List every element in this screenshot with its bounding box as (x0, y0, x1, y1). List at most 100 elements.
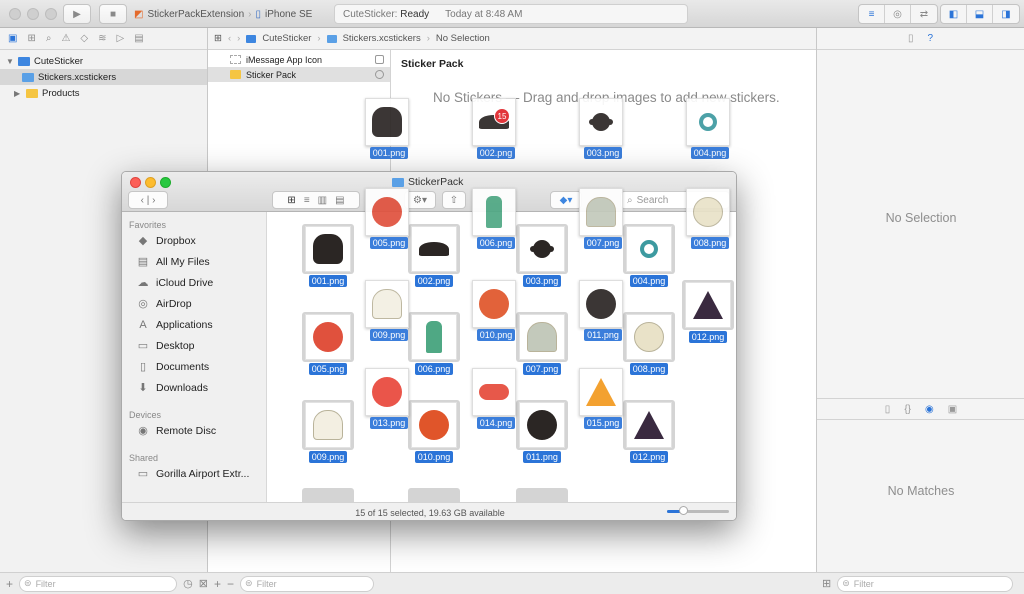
asset-row-sticker-pack[interactable]: Sticker Pack (208, 67, 390, 82)
slider-knob[interactable] (679, 506, 688, 515)
test-navigator-icon[interactable]: ◇ (80, 33, 88, 44)
project-navigator-icon[interactable]: ▣ (8, 33, 17, 44)
object-library-icon[interactable]: ◉ (925, 404, 934, 415)
file-inspector-icon[interactable]: ▯ (908, 33, 914, 44)
disclosure-closed-icon[interactable]: ▶ (14, 89, 22, 98)
debug-navigator-icon[interactable]: ≋ (98, 33, 106, 44)
close-window-button[interactable] (9, 8, 21, 20)
recent-files-icon[interactable]: ◷ (183, 577, 193, 590)
library-filter-input[interactable]: ⊜ Filter (837, 575, 1014, 592)
navigator-toggle-icon[interactable]: ◧ (941, 5, 967, 23)
dragged-file-name: 004.png (690, 147, 730, 159)
back-arrow-icon[interactable]: ‹ (141, 195, 144, 206)
jumpbar-project[interactable]: CuteSticker (262, 33, 311, 44)
eyeball-icon (632, 232, 666, 266)
symbol-navigator-icon[interactable]: ⊞ (27, 33, 35, 44)
sidebar-item-all-my-files[interactable]: ▤ All My Files (122, 251, 266, 272)
sidebar-item-airdrop[interactable]: ◎ AirDrop (122, 293, 266, 314)
sidebar-item-downloads[interactable]: ⬇ Downloads (122, 377, 266, 398)
report-navigator-icon[interactable]: ▤ (134, 33, 143, 44)
add-icon[interactable]: + (214, 577, 221, 591)
file-item-partial[interactable] (298, 488, 358, 502)
minimize-window-button[interactable] (27, 8, 39, 20)
column-view-icon[interactable]: ▥ (318, 195, 327, 206)
project-icon (246, 34, 257, 43)
cover-flow-icon[interactable]: ▤ (335, 195, 344, 206)
zoom-window-button[interactable] (160, 177, 171, 188)
navigator-filter-input[interactable]: ⊜ Filter (19, 575, 178, 592)
app-extension-icon: ◩ (134, 8, 144, 20)
activity-status: CuteSticker: Ready Today at 8:48 AM (334, 4, 688, 24)
media-library-icon[interactable]: ▣ (948, 404, 957, 415)
view-mode-control[interactable]: ⊞ ≡ ▥ ▤ (272, 191, 360, 209)
applications-icon: A (139, 318, 147, 331)
sidebar-item-remote-disc[interactable]: ◉ Remote Disc (122, 420, 266, 441)
utilities-toggle-icon[interactable]: ◨ (993, 5, 1019, 23)
file-item-partial[interactable] (512, 488, 572, 502)
dragged-file-name: 006.png (476, 237, 516, 249)
tree-item-products[interactable]: ▶ Products (0, 85, 207, 101)
file-item[interactable]: 012.png (678, 280, 736, 343)
tree-project[interactable]: ▼ CuteSticker (0, 53, 207, 69)
minimize-window-button[interactable] (145, 177, 156, 188)
dragged-thumbnail (472, 280, 516, 328)
sidebar-item-applications[interactable]: A Applications (122, 314, 266, 335)
editor-mode-control[interactable]: ≡ ◎ ⇄ (858, 4, 938, 24)
jumpbar-selection[interactable]: No Selection (436, 33, 490, 44)
dropbox-icon: ◆ (138, 235, 148, 247)
icon-view-icon[interactable]: ⊞ (287, 195, 295, 206)
file-item-partial[interactable] (404, 488, 464, 502)
file-item[interactable]: 001.png (298, 224, 358, 287)
file-item[interactable]: 009.png (298, 400, 358, 463)
finder-sidebar: Favorites ◆ Dropbox ▤ All My Files ☁ iCloud D… (122, 212, 267, 502)
zoom-window-button[interactable] (45, 8, 57, 20)
breakpoint-navigator-icon[interactable]: ▷ (117, 33, 125, 44)
candy-icon (477, 375, 511, 409)
standard-editor-icon[interactable]: ≡ (859, 5, 885, 23)
tree-item-stickers[interactable]: Stickers.xcstickers (0, 69, 207, 85)
add-icon[interactable]: + (6, 577, 13, 591)
dragged-file-name: 009.png (369, 329, 409, 341)
finder-window: StickerPack ‹ | › ⊞ ≡ ▥ ▤ ⚙▾ ⇧ ◆▾ ⌕ Sear… (121, 171, 737, 521)
back-forward-buttons[interactable]: ‹ | › (128, 191, 168, 209)
zombie-hand-icon (477, 195, 511, 229)
code-snippet-icon[interactable]: {} (904, 404, 911, 415)
stop-button[interactable]: ■ (99, 4, 127, 24)
find-navigator-icon[interactable]: ⌕ (46, 33, 52, 44)
related-items-icon[interactable]: ⊞ (214, 33, 222, 44)
run-button[interactable]: ▶ (63, 4, 91, 24)
sidebar-item-icloud-drive[interactable]: ☁ iCloud Drive (122, 272, 266, 293)
quick-help-icon[interactable]: ? (927, 33, 933, 44)
sidebar-item-documents[interactable]: ▯ Documents (122, 356, 266, 377)
grid-view-icon[interactable]: ⊞ (822, 577, 831, 590)
source-control-filter-icon[interactable]: ⊠ (199, 577, 208, 590)
remove-icon[interactable]: − (227, 577, 234, 591)
disclosure-open-icon[interactable]: ▼ (6, 57, 14, 66)
lollipop-icon (370, 375, 404, 409)
chevron-right-icon: › (248, 8, 252, 20)
scheme-selector[interactable]: ◩ StickerPackExtension › ▯ iPhone SE (134, 4, 318, 24)
file-name: 012.png (629, 451, 669, 463)
debug-area-toggle-icon[interactable]: ⬓ (967, 5, 993, 23)
forward-arrow-icon[interactable]: › (237, 33, 240, 44)
close-window-button[interactable] (130, 177, 141, 188)
sidebar-item-dropbox[interactable]: ◆ Dropbox (122, 230, 266, 251)
asset-filter-input[interactable]: ⊜ Filter (240, 575, 375, 592)
assistant-editor-icon[interactable]: ◎ (885, 5, 911, 23)
jumpbar-file[interactable]: Stickers.xcstickers (343, 33, 421, 44)
sidebar-item-desktop[interactable]: ▭ Desktop (122, 335, 266, 356)
asset-label: iMessage App Icon (246, 54, 323, 65)
file-item[interactable]: 005.png (298, 312, 358, 375)
file-template-icon[interactable]: ▯ (885, 404, 891, 415)
dropbox-icon: ◆▾ (559, 194, 573, 206)
sidebar-item-gorilla-airport-extr[interactable]: ▭ Gorilla Airport Extr... (122, 463, 266, 484)
asset-row-app-icon[interactable]: iMessage App Icon (208, 52, 390, 67)
issue-navigator-icon[interactable]: ⚠ (61, 33, 70, 44)
version-editor-icon[interactable]: ⇄ (911, 5, 937, 23)
share-button[interactable]: ⇧ (442, 191, 466, 209)
back-arrow-icon[interactable]: ‹ (228, 33, 231, 44)
view-toggle-control[interactable]: ◧ ⬓ ◨ (940, 4, 1020, 24)
icon-size-slider[interactable] (667, 506, 729, 515)
forward-arrow-icon[interactable]: › (152, 195, 155, 206)
list-view-icon[interactable]: ≡ (304, 195, 310, 206)
